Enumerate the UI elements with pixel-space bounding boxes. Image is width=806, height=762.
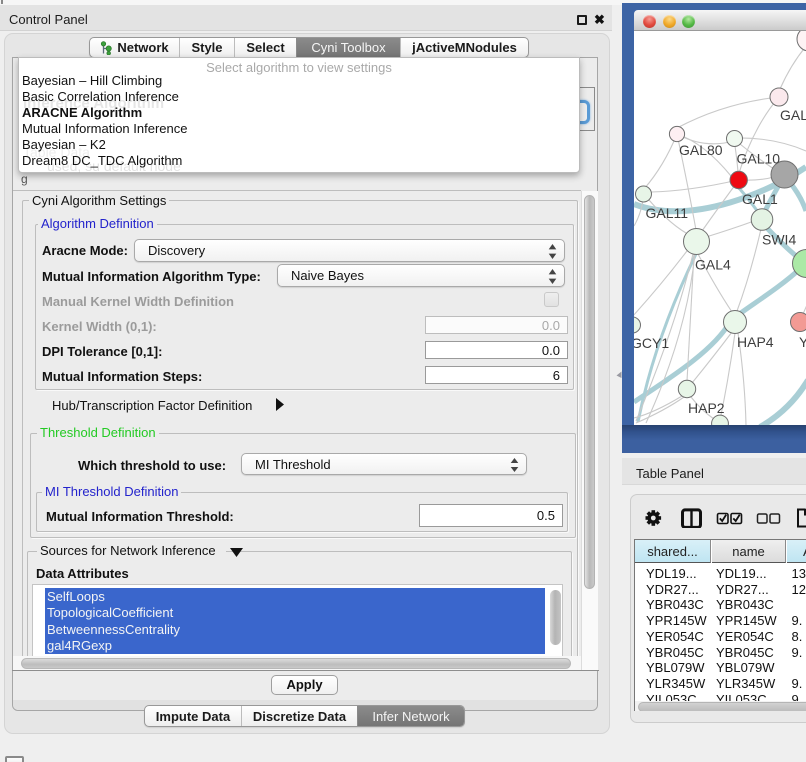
svg-text:GAL10: GAL10	[737, 151, 781, 167]
svg-text:GAL: GAL	[780, 107, 806, 123]
svg-text:GAL1: GAL1	[742, 191, 778, 207]
svg-text:GAL80: GAL80	[679, 142, 723, 158]
svg-text:HAP2: HAP2	[688, 400, 725, 416]
svg-text:Y: Y	[799, 334, 806, 350]
svg-text:GAL4: GAL4	[695, 257, 731, 273]
svg-text:SWI4: SWI4	[762, 232, 796, 248]
svg-text:HAP4: HAP4	[737, 334, 774, 350]
svg-text:GAL11: GAL11	[646, 205, 689, 221]
svg-text:GCY1: GCY1	[634, 335, 669, 351]
